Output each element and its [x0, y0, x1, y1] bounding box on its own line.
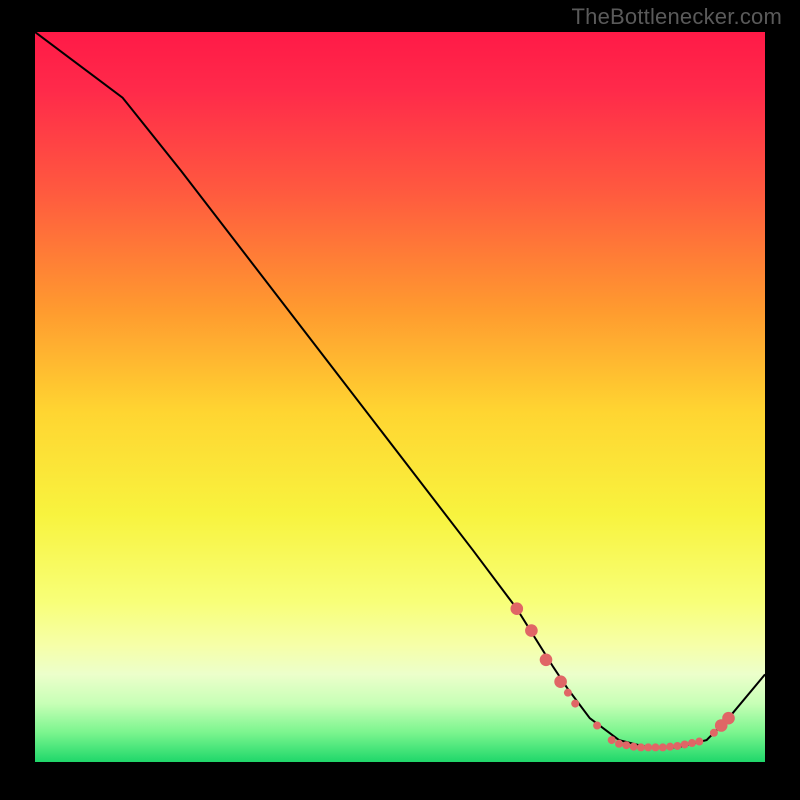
marker-point: [722, 712, 735, 725]
marker-point: [673, 742, 681, 750]
marker-point: [540, 654, 553, 667]
marker-point: [630, 743, 638, 751]
marker-point: [666, 743, 674, 751]
marker-point: [571, 700, 579, 708]
marker-point: [688, 739, 696, 747]
marker-point: [659, 743, 667, 751]
marker-point: [511, 602, 524, 615]
marker-point: [710, 729, 718, 737]
marker-point: [652, 743, 660, 751]
chart-container: TheBottlenecker.com: [0, 0, 800, 800]
watermark-text: TheBottlenecker.com: [572, 4, 782, 30]
marker-point: [637, 743, 645, 751]
marker-point: [593, 722, 601, 730]
marker-point: [608, 736, 616, 744]
marker-point: [695, 738, 703, 746]
marker-point: [681, 740, 689, 748]
plot-frame: [35, 32, 765, 762]
chart-svg: [35, 32, 765, 762]
background-gradient: [35, 32, 765, 762]
marker-point: [622, 741, 630, 749]
marker-point: [644, 743, 652, 751]
marker-point: [564, 689, 572, 697]
marker-point: [615, 740, 623, 748]
marker-point: [554, 675, 567, 688]
marker-point: [525, 624, 538, 637]
